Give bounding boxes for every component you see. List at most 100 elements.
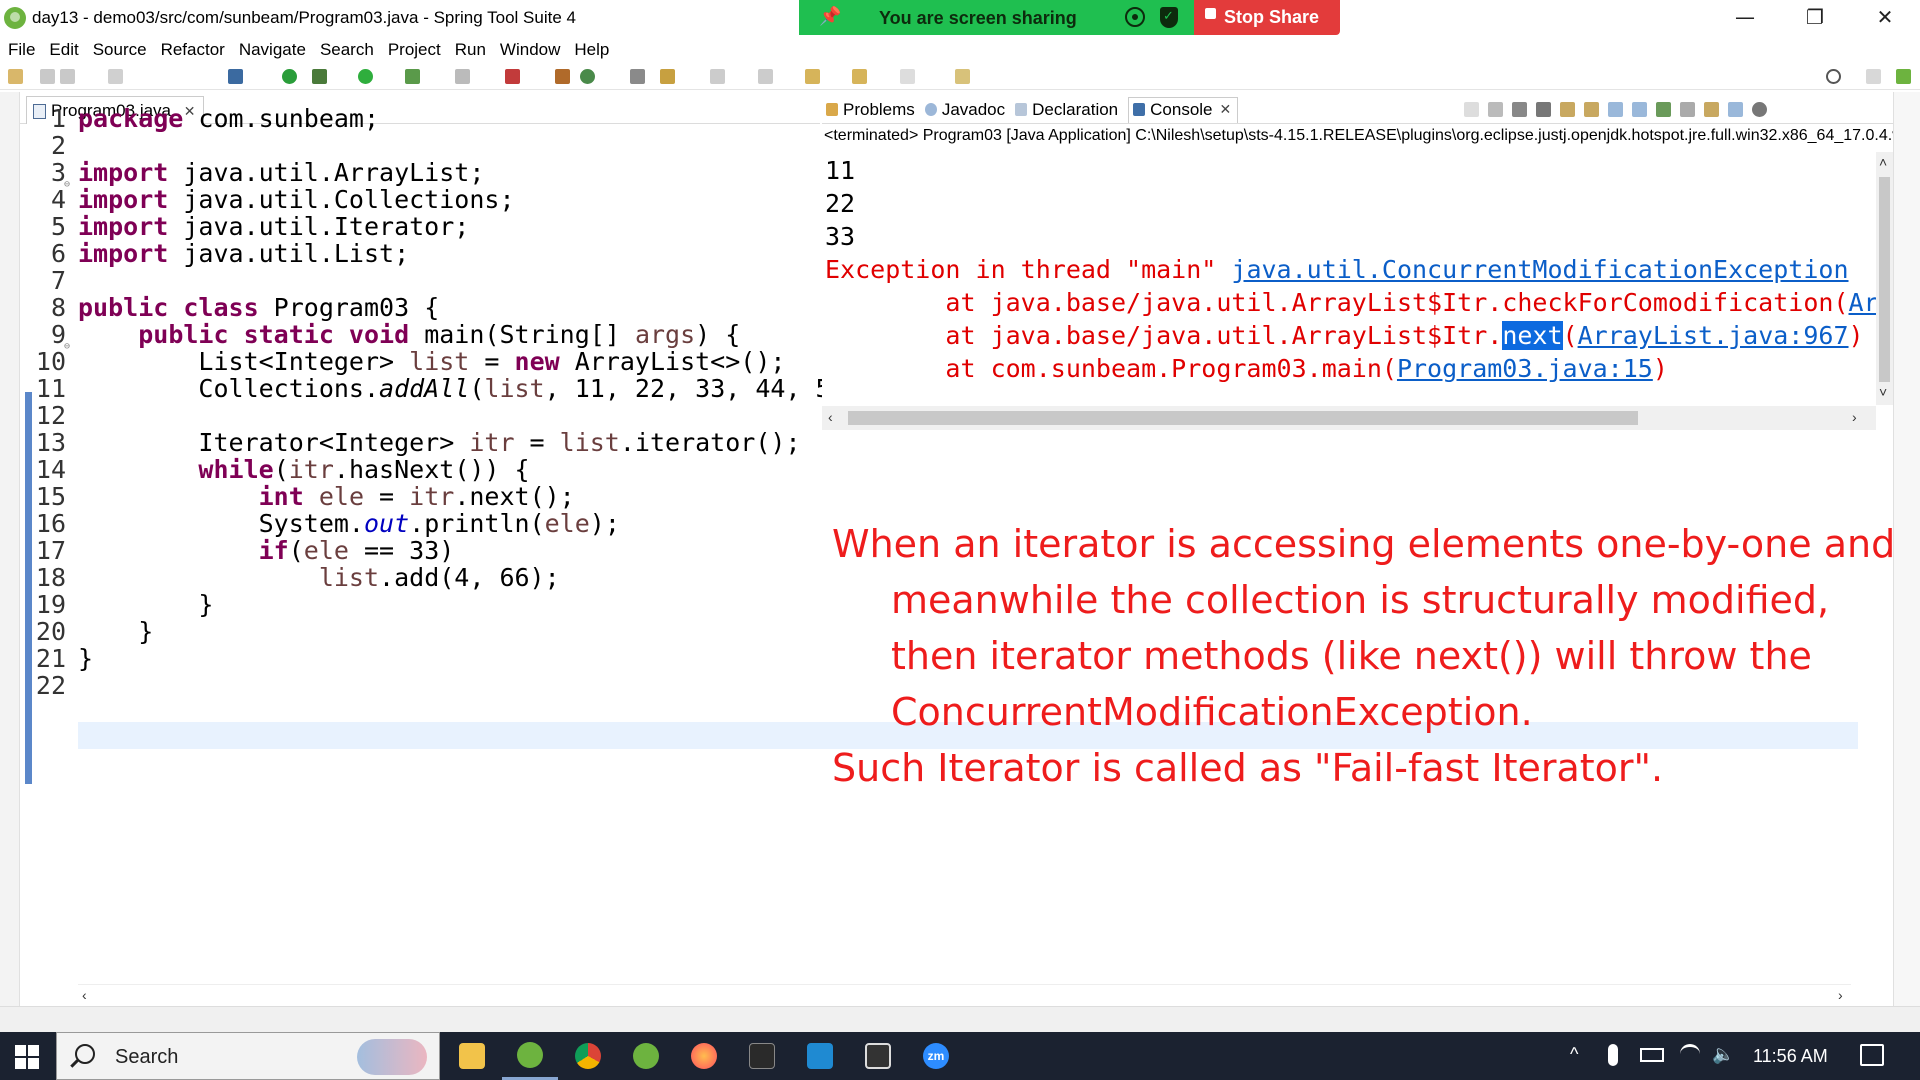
search-toolbar-icon[interactable] xyxy=(660,69,675,84)
pin-icon[interactable]: 📌 xyxy=(819,6,841,27)
stop-share-button[interactable]: Stop Share xyxy=(1194,0,1340,35)
close-console-tab-icon[interactable]: ✕ xyxy=(1220,101,1232,118)
remove-launch-icon[interactable] xyxy=(1464,102,1479,117)
save-icon[interactable] xyxy=(40,69,55,84)
coverage-icon[interactable] xyxy=(405,69,420,84)
firefox-icon[interactable] xyxy=(676,1032,732,1080)
exception-class-link[interactable]: java.util.ConcurrentModificationExceptio… xyxy=(1231,255,1848,284)
forward-icon[interactable] xyxy=(900,69,915,84)
scrollbar-thumb[interactable] xyxy=(848,411,1638,425)
spring-icon[interactable] xyxy=(618,1032,674,1080)
annotate-icon[interactable] xyxy=(1125,7,1145,27)
chrome-icon[interactable] xyxy=(560,1032,616,1080)
menu-run[interactable]: Run xyxy=(455,36,486,64)
microphone-icon[interactable] xyxy=(1608,1044,1618,1066)
remove-all-terminated-icon[interactable] xyxy=(1512,102,1527,117)
media-icon[interactable] xyxy=(850,1032,906,1080)
next-annotation-icon[interactable] xyxy=(710,69,725,84)
menu-project[interactable]: Project xyxy=(388,36,441,64)
pin-console-icon[interactable] xyxy=(1656,102,1671,117)
menu-search[interactable]: Search xyxy=(320,36,374,64)
tab-declaration[interactable]: Declaration xyxy=(1015,100,1118,120)
close-window-button[interactable]: ✕ xyxy=(1850,0,1920,34)
menu-navigate[interactable]: Navigate xyxy=(239,36,306,64)
tab-javadoc[interactable]: Javadoc xyxy=(924,99,1006,120)
start-button[interactable] xyxy=(0,1032,52,1080)
run-icon[interactable] xyxy=(358,69,373,84)
menu-file[interactable]: File xyxy=(8,36,35,64)
stack-frame-link[interactable]: ArrayList.java:967 xyxy=(1578,321,1849,350)
tab-console[interactable]: Console ✕ xyxy=(1128,96,1239,123)
stack-frame-link[interactable]: Program03.java:15 xyxy=(1397,354,1653,383)
pin-editor-icon[interactable] xyxy=(955,69,970,84)
stop-icon[interactable] xyxy=(455,69,470,84)
console-view-icon[interactable] xyxy=(228,69,243,84)
restore-button[interactable]: ❐ xyxy=(1780,0,1850,34)
minimize-button[interactable]: — xyxy=(1710,0,1780,34)
notifications-icon[interactable] xyxy=(1860,1044,1884,1066)
security-shield-icon[interactable] xyxy=(1160,7,1178,28)
vscode-icon[interactable] xyxy=(792,1032,848,1080)
word-wrap-icon[interactable] xyxy=(1584,102,1599,117)
battery-icon[interactable] xyxy=(1640,1048,1664,1062)
menu-bar: File Edit Source Refactor Navigate Searc… xyxy=(0,36,1920,64)
debug-icon[interactable] xyxy=(312,69,327,84)
open-perspective-icon[interactable] xyxy=(1866,69,1881,84)
tab-problems[interactable]: Problems xyxy=(826,100,915,120)
taskbar-search-placeholder: Search xyxy=(115,1046,179,1068)
scroll-left-icon[interactable]: ‹ xyxy=(828,409,833,425)
menu-source[interactable]: Source xyxy=(93,36,147,64)
editor-horizontal-scrollbar[interactable]: ‹ › xyxy=(78,984,1851,1006)
new-java-project-icon[interactable] xyxy=(555,69,570,84)
scroll-lock-icon[interactable] xyxy=(1560,102,1575,117)
scroll-right-icon[interactable]: › xyxy=(1852,409,1857,425)
taskbar-clock[interactable]: 11:56 AM xyxy=(1753,1046,1828,1067)
scroll-down-icon[interactable]: ˅ xyxy=(1879,384,1887,400)
clear-console-icon[interactable] xyxy=(1536,102,1551,117)
menu-help[interactable]: Help xyxy=(574,36,609,64)
file-explorer-icon[interactable] xyxy=(444,1032,500,1080)
open-type-icon[interactable] xyxy=(630,69,645,84)
previous-annotation-icon[interactable] xyxy=(758,69,773,84)
scroll-up-icon[interactable]: ˄ xyxy=(1879,154,1887,170)
toggle-icon[interactable] xyxy=(108,69,123,84)
console-horizontal-scrollbar[interactable]: ‹ › xyxy=(822,406,1876,430)
console-output-line: 33 xyxy=(825,222,856,251)
scroll-left-icon[interactable]: ‹ xyxy=(82,987,87,1003)
settings-icon[interactable] xyxy=(1752,102,1767,117)
windows-logo-icon xyxy=(15,1058,26,1069)
save-all-icon[interactable] xyxy=(60,69,75,84)
display-console-icon[interactable] xyxy=(1680,102,1695,117)
spring-perspective-icon[interactable] xyxy=(1896,69,1911,84)
spring-tool-suite-icon[interactable] xyxy=(502,1032,558,1080)
show-on-stderr-icon[interactable] xyxy=(1632,102,1647,117)
selected-text[interactable]: next xyxy=(1502,321,1563,350)
skip-breakpoints-icon[interactable] xyxy=(282,69,297,84)
terminate-icon[interactable] xyxy=(1488,102,1503,117)
console-output[interactable]: 11 22 33 Exception in thread "main" java… xyxy=(822,152,1882,405)
last-edit-icon[interactable] xyxy=(805,69,820,84)
volume-icon[interactable]: 🔈 xyxy=(1712,1044,1734,1065)
external-tools-icon[interactable] xyxy=(505,69,520,84)
terminal-icon[interactable] xyxy=(734,1032,790,1080)
tab-javadoc-label: Javadoc xyxy=(941,99,1006,119)
left-trim-bar xyxy=(0,92,20,1026)
highlight-toggle-icon[interactable] xyxy=(1728,102,1743,117)
zoom-icon[interactable]: zm xyxy=(908,1032,964,1080)
scrollbar-thumb[interactable] xyxy=(1879,177,1890,382)
show-hidden-icons-icon[interactable]: ^ xyxy=(1570,1044,1578,1065)
search-icon[interactable] xyxy=(1826,69,1841,84)
new-class-icon[interactable] xyxy=(580,69,595,84)
menu-edit[interactable]: Edit xyxy=(49,36,78,64)
stack-frame-open: ( xyxy=(1562,321,1578,350)
new-icon[interactable] xyxy=(8,69,23,84)
menu-refactor[interactable]: Refactor xyxy=(161,36,225,64)
back-icon[interactable] xyxy=(852,69,867,84)
scroll-right-icon[interactable]: › xyxy=(1838,987,1843,1003)
show-on-stdout-icon[interactable] xyxy=(1608,102,1623,117)
taskbar-search-box[interactable]: Search xyxy=(56,1032,440,1080)
wifi-icon[interactable] xyxy=(1680,1044,1700,1064)
console-vertical-scrollbar[interactable]: ˄ ˅ xyxy=(1876,152,1893,405)
menu-window[interactable]: Window xyxy=(500,36,560,64)
open-console-icon[interactable] xyxy=(1704,102,1719,117)
